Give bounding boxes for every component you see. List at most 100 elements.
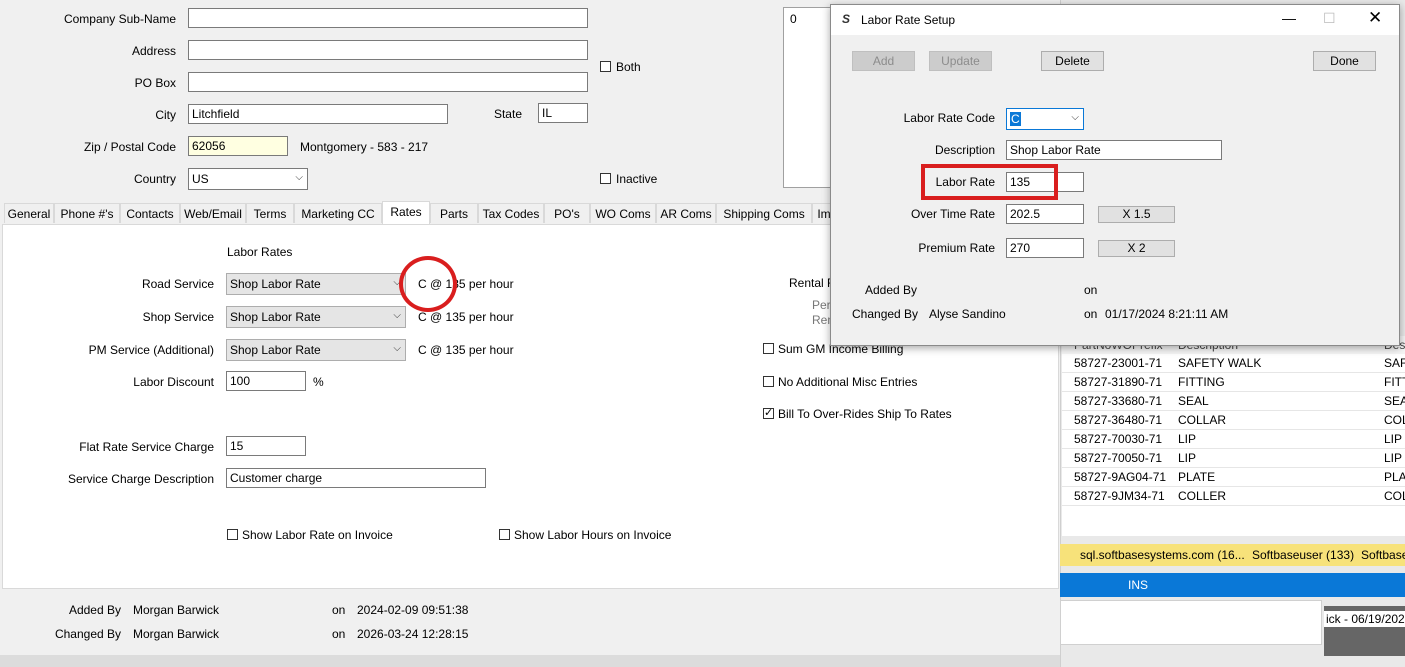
minimize-icon[interactable]: — bbox=[1282, 10, 1296, 26]
table-cell: 58727-23001-71 bbox=[1074, 356, 1163, 370]
table-cell: 58727-31890-71 bbox=[1074, 375, 1163, 389]
dialog-title: Labor Rate Setup bbox=[861, 13, 956, 27]
status-bar: sql.softbasesystems.com (16... Softbaseu… bbox=[1060, 544, 1405, 566]
description-input[interactable]: Shop Labor Rate bbox=[1006, 140, 1222, 160]
percent-unit: % bbox=[313, 375, 324, 389]
table-cell: SAF bbox=[1384, 356, 1405, 370]
thumbnail-text: ick - 06/19/2025 bbox=[1324, 611, 1405, 627]
show-labor-rate-label: Show Labor Rate on Invoice bbox=[242, 528, 393, 542]
po-box-input[interactable] bbox=[188, 72, 588, 92]
road-service-select[interactable]: Shop Labor Rate ⌵ bbox=[226, 273, 406, 295]
table-row[interactable]: 58727-9JM34-71 COLLER COL bbox=[1062, 487, 1405, 506]
county-text: Montgomery - 583 - 217 bbox=[300, 140, 429, 154]
inactive-label: Inactive bbox=[616, 172, 658, 186]
overtime-multiplier-button[interactable]: X 1.5 bbox=[1098, 206, 1175, 223]
no-misc-label: No Additional Misc Entries bbox=[778, 375, 918, 389]
shop-service-rate: C @ 135 per hour bbox=[418, 310, 514, 324]
shop-service-value: Shop Labor Rate bbox=[230, 310, 321, 324]
no-misc-checkbox[interactable] bbox=[763, 376, 774, 387]
tab-marketing-cc[interactable]: Marketing CC bbox=[294, 203, 382, 223]
premium-label: Premium Rate bbox=[918, 241, 995, 255]
table-row[interactable]: 58727-70050-71 LIP LIP bbox=[1062, 449, 1405, 468]
tab-terms[interactable]: Terms bbox=[246, 203, 294, 223]
tab-rates[interactable]: Rates bbox=[382, 201, 430, 224]
charge-desc-input[interactable]: Customer charge bbox=[226, 468, 486, 488]
tab-parts[interactable]: Parts bbox=[430, 203, 478, 223]
table-cell: 58727-9AG04-71 bbox=[1074, 470, 1167, 484]
zip-label: Zip / Postal Code bbox=[83, 140, 176, 154]
per-label: Per bbox=[812, 298, 831, 312]
table-cell: 58727-9JM34-71 bbox=[1074, 489, 1165, 503]
tab-pos[interactable]: PO's bbox=[544, 203, 590, 223]
tab-wo-coms[interactable]: WO Coms bbox=[590, 203, 656, 223]
chevron-down-icon: ⌵ bbox=[393, 310, 401, 321]
dialog-added-on-label: on bbox=[1084, 283, 1098, 297]
zip-input[interactable]: 62056 bbox=[188, 136, 288, 156]
table-cell: COLLER bbox=[1178, 489, 1227, 503]
table-cell: LIP bbox=[1384, 432, 1403, 446]
changed-on-label: on bbox=[332, 627, 346, 641]
both-checkbox[interactable] bbox=[600, 61, 611, 72]
rate-code-select[interactable]: C ⌵ bbox=[1006, 108, 1084, 130]
tab-contacts[interactable]: Contacts bbox=[120, 203, 180, 223]
premium-multiplier-button[interactable]: X 2 bbox=[1098, 240, 1175, 257]
chevron-down-icon: ⌵ bbox=[295, 172, 303, 183]
table-row[interactable]: 58727-33680-71 SEAL SEA bbox=[1062, 392, 1405, 411]
add-button[interactable]: Add bbox=[852, 51, 915, 71]
table-row[interactable]: 58727-70030-71 LIP LIP bbox=[1062, 430, 1405, 449]
table-row[interactable]: 58727-9AG04-71 PLATE PLA bbox=[1062, 468, 1405, 487]
update-button[interactable]: Update bbox=[929, 51, 992, 71]
tab-web-email[interactable]: Web/Email bbox=[180, 203, 246, 223]
mode-bar: INS bbox=[1060, 573, 1405, 597]
charge-desc-label: Service Charge Description bbox=[67, 472, 214, 486]
tab-ar-coms[interactable]: AR Coms bbox=[656, 203, 716, 223]
tab-phone[interactable]: Phone #'s bbox=[54, 203, 120, 223]
table-cell: SAFETY WALK bbox=[1178, 356, 1262, 370]
table-cell: 58727-70050-71 bbox=[1074, 451, 1163, 465]
table-row[interactable]: 58727-31890-71 FITTING FITT bbox=[1062, 373, 1405, 392]
city-label: City bbox=[155, 108, 176, 122]
delete-button[interactable]: Delete bbox=[1041, 51, 1104, 71]
table-cell: PLA bbox=[1384, 470, 1405, 484]
table-cell: COLLAR bbox=[1178, 413, 1227, 427]
show-labor-hours-checkbox[interactable] bbox=[499, 529, 510, 540]
pm-service-label: PM Service (Additional) bbox=[88, 343, 214, 357]
po-box-label: PO Box bbox=[134, 76, 176, 90]
added-by-label: Added By bbox=[68, 603, 121, 617]
company-subname-input[interactable] bbox=[188, 8, 588, 28]
changed-by-label: Changed By bbox=[54, 627, 121, 641]
chevron-down-icon: ⌵ bbox=[1071, 112, 1079, 123]
flat-rate-input[interactable]: 15 bbox=[226, 436, 306, 456]
pm-service-select[interactable]: Shop Labor Rate ⌵ bbox=[226, 339, 406, 361]
dialog-changed-on-label: on bbox=[1084, 307, 1098, 321]
highlight-circle bbox=[399, 256, 457, 312]
table-cell: SEA bbox=[1384, 394, 1405, 408]
rate-code-label: Labor Rate Code bbox=[903, 111, 995, 125]
premium-input[interactable]: 270 bbox=[1006, 238, 1084, 258]
tab-general[interactable]: General bbox=[4, 203, 54, 223]
state-input[interactable]: IL bbox=[538, 103, 588, 123]
labor-discount-input[interactable]: 100 bbox=[226, 371, 306, 391]
bill-to-checkbox[interactable] bbox=[763, 406, 774, 419]
country-select[interactable]: US ⌵ bbox=[188, 168, 308, 190]
maximize-icon[interactable]: ☐ bbox=[1323, 10, 1336, 27]
table-cell: PLATE bbox=[1178, 470, 1216, 484]
shop-service-select[interactable]: Shop Labor Rate ⌵ bbox=[226, 306, 406, 328]
table-row[interactable]: 58727-23001-71 SAFETY WALK SAF bbox=[1062, 354, 1405, 373]
inactive-checkbox[interactable] bbox=[600, 173, 611, 184]
overtime-input[interactable]: 202.5 bbox=[1006, 204, 1084, 224]
thumbnail-image: ick - 06/19/2025 bbox=[1324, 606, 1405, 656]
country-label: Country bbox=[133, 172, 176, 186]
show-labor-rate-checkbox[interactable] bbox=[227, 529, 238, 540]
table-row[interactable]: 58727-36480-71 COLLAR COL bbox=[1062, 411, 1405, 430]
close-icon[interactable]: ✕ bbox=[1368, 8, 1382, 28]
city-input[interactable]: Litchfield bbox=[188, 104, 448, 124]
notes-box[interactable]: 0 bbox=[783, 7, 833, 188]
status-extra: Softbase bbox=[1361, 548, 1405, 562]
sum-gm-checkbox[interactable] bbox=[763, 343, 774, 354]
done-button[interactable]: Done bbox=[1313, 51, 1376, 71]
table-cell: FITTING bbox=[1178, 375, 1225, 389]
tab-shipping-coms[interactable]: Shipping Coms bbox=[716, 203, 812, 223]
tab-tax-codes[interactable]: Tax Codes bbox=[478, 203, 544, 223]
address-input[interactable] bbox=[188, 40, 588, 60]
